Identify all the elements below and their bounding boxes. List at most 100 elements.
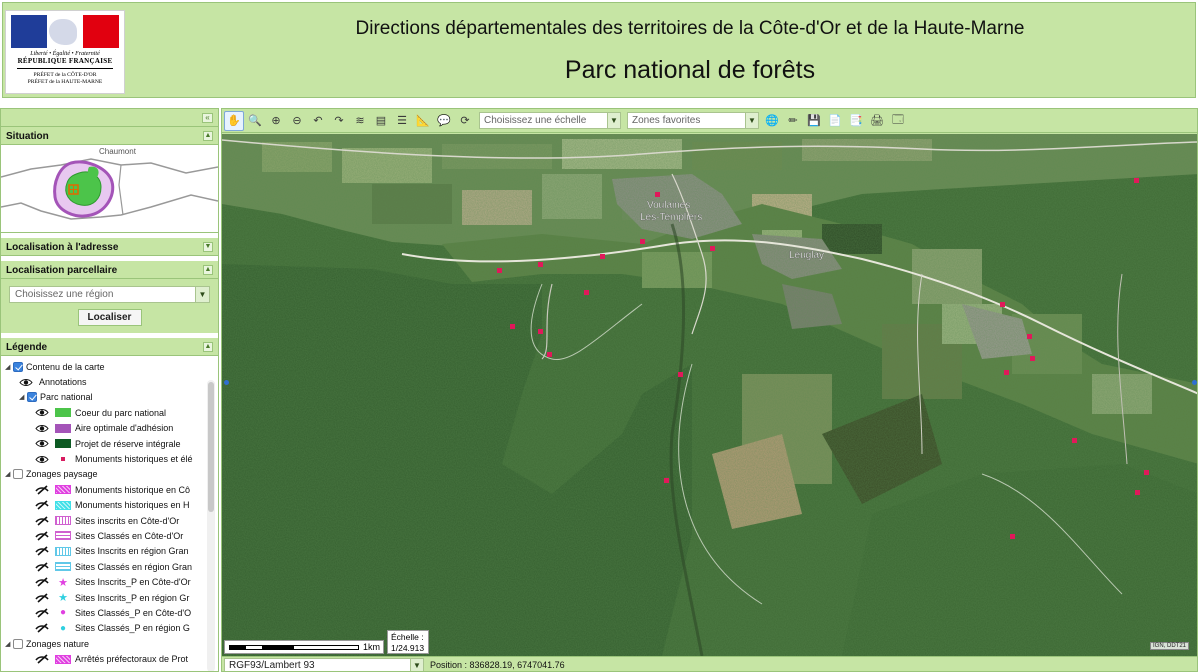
monument-marker[interactable] — [1027, 334, 1032, 339]
legend-row[interactable]: Sites Inscrits en région Gran — [5, 544, 218, 559]
legend-row[interactable]: Arrêtés préfectoraux de Prot — [5, 651, 218, 666]
dropdown-arrow-icon[interactable]: ▼ — [607, 113, 620, 128]
legend-row[interactable]: Sites Classés en région Gran — [5, 559, 218, 574]
measure-tool-icon[interactable]: 📐 — [413, 111, 433, 131]
eye-icon[interactable] — [35, 455, 49, 464]
next-view-icon[interactable]: ↷ — [329, 111, 349, 131]
legende-header[interactable]: Légende ▲ — [1, 338, 218, 356]
monument-marker[interactable] — [497, 268, 502, 273]
pan-hand-icon[interactable]: ✋ — [224, 110, 244, 131]
hidden-eye-icon[interactable] — [35, 623, 49, 633]
hidden-eye-icon[interactable] — [35, 531, 49, 541]
legend-scrollbar-thumb[interactable] — [208, 382, 214, 512]
pan-right-icon[interactable] — [1192, 380, 1197, 385]
layer-checkbox[interactable] — [13, 638, 23, 649]
eye-icon[interactable] — [19, 378, 33, 387]
localisation-adresse-header[interactable]: Localisation à l'adresse ▼ — [1, 238, 218, 256]
monument-marker[interactable] — [664, 478, 669, 483]
hidden-eye-icon[interactable] — [35, 608, 49, 618]
monument-marker[interactable] — [640, 239, 645, 244]
scale-select[interactable]: Choisissez une échelle ▼ — [479, 112, 621, 129]
hidden-eye-icon[interactable] — [35, 485, 49, 495]
monument-marker[interactable] — [538, 329, 543, 334]
legend-row[interactable]: Annotations — [5, 374, 218, 389]
stacked-layers-icon[interactable]: ▤ — [371, 111, 391, 131]
pencil-icon[interactable]: ✏ — [783, 111, 803, 131]
chevron-up-icon[interactable]: ▲ — [203, 342, 213, 352]
expand-triangle-icon[interactable]: ◢ — [5, 640, 13, 648]
monument-marker[interactable] — [655, 192, 660, 197]
collapse-panel-icon[interactable]: « — [202, 113, 213, 123]
pdf-icon[interactable]: 📄 — [825, 111, 845, 131]
legend-row[interactable]: Sites Classés en Côte-d'Or — [5, 528, 218, 543]
situation-overview-map[interactable]: Chaumont — [1, 145, 218, 233]
legend-row[interactable]: Aire optimale d'adhésion — [5, 421, 218, 436]
favorites-select[interactable]: Zones favorites ▼ — [627, 112, 759, 129]
map-canvas[interactable]: Voulaines Les-Templiers Leuglay 1km Éche… — [222, 134, 1197, 656]
monument-marker[interactable] — [600, 254, 605, 259]
legend-row[interactable]: ◢ Zonages paysage — [5, 467, 218, 482]
window-icon[interactable]: 🗔 — [888, 111, 908, 131]
monument-marker[interactable] — [1030, 356, 1035, 361]
expand-triangle-icon[interactable]: ◢ — [5, 470, 13, 478]
dropdown-arrow-icon[interactable]: ▼ — [745, 113, 758, 128]
chevron-down-icon[interactable]: ▼ — [203, 242, 213, 252]
hidden-eye-icon[interactable] — [35, 562, 49, 572]
refresh-icon[interactable]: ⟳ — [455, 111, 475, 131]
monument-marker[interactable] — [710, 246, 715, 251]
legend-row[interactable]: Projet de réserve intégrale — [5, 436, 218, 451]
legend-row[interactable]: Monuments historiques en H — [5, 498, 218, 513]
legend-row[interactable]: ◢ Contenu de la carte — [5, 359, 218, 374]
monument-marker[interactable] — [538, 262, 543, 267]
localiser-button[interactable]: Localiser — [77, 309, 142, 326]
monument-marker[interactable] — [1135, 490, 1140, 495]
zoom-extent-icon[interactable]: 🔍 — [245, 111, 265, 131]
legend-row[interactable]: ● Sites Classés_P en région G — [5, 621, 218, 636]
eye-icon[interactable] — [35, 439, 49, 448]
save-icon[interactable]: 💾 — [804, 111, 824, 131]
layer-checkbox[interactable] — [13, 361, 23, 372]
legend-row[interactable]: ◢ Parc national — [5, 390, 218, 405]
legend-row[interactable]: ◢ Zonages nature — [5, 636, 218, 651]
eye-icon[interactable] — [35, 424, 49, 433]
zoom-out-icon[interactable]: ⊖ — [287, 111, 307, 131]
layer-checkbox[interactable] — [27, 392, 37, 403]
annotation-balloon-icon[interactable]: 💬 — [434, 111, 454, 131]
legend-row[interactable]: ★ Sites Inscrits_P en Côte-d'Or — [5, 574, 218, 589]
hidden-eye-icon[interactable] — [35, 546, 49, 556]
pdf-export-icon[interactable]: 📑 — [846, 111, 866, 131]
monument-marker[interactable] — [1004, 370, 1009, 375]
hidden-eye-icon[interactable] — [35, 500, 49, 510]
layer-checkbox[interactable] — [13, 469, 23, 480]
region-select[interactable]: Choisissez une région ▼ — [9, 286, 210, 303]
hidden-eye-icon[interactable] — [35, 592, 49, 603]
globe-icon[interactable]: 🌐 — [762, 111, 782, 131]
eye-icon[interactable] — [35, 408, 49, 417]
list-icon[interactable]: ☰ — [392, 111, 412, 131]
monument-marker[interactable] — [1010, 534, 1015, 539]
monument-marker[interactable] — [1072, 438, 1077, 443]
dropdown-arrow-icon[interactable]: ▼ — [410, 658, 423, 671]
situation-header[interactable]: Situation ▲ — [1, 127, 218, 145]
print-icon[interactable]: 🖨 — [867, 111, 887, 131]
hidden-eye-icon[interactable] — [35, 515, 49, 526]
hidden-eye-icon[interactable] — [35, 654, 49, 664]
monument-marker[interactable] — [547, 352, 552, 357]
monument-marker[interactable] — [1134, 178, 1139, 183]
legend-row[interactable]: Monuments historiques et élé — [5, 451, 218, 466]
legend-row[interactable]: Sites inscrits en Côte-d'Or — [5, 513, 218, 528]
previous-view-icon[interactable]: ↶ — [308, 111, 328, 131]
monument-marker[interactable] — [678, 372, 683, 377]
expand-triangle-icon[interactable]: ◢ — [5, 363, 13, 371]
monument-marker[interactable] — [584, 290, 589, 295]
zoom-in-icon[interactable]: ⊕ — [266, 111, 286, 131]
monument-marker[interactable] — [1000, 302, 1005, 307]
monument-marker[interactable] — [510, 324, 515, 329]
monument-marker[interactable] — [1144, 470, 1149, 475]
legend-row[interactable]: Coeur du parc national — [5, 405, 218, 420]
crs-select[interactable]: RGF93/Lambert 93 ▼ — [224, 657, 424, 671]
legend-row[interactable]: ★ Sites Inscrits_P en région Gr — [5, 590, 218, 605]
legend-row[interactable]: Monuments historique en Cô — [5, 482, 218, 497]
chevron-up-icon[interactable]: ▲ — [203, 265, 213, 275]
layers-icon[interactable]: ≋ — [350, 111, 370, 131]
